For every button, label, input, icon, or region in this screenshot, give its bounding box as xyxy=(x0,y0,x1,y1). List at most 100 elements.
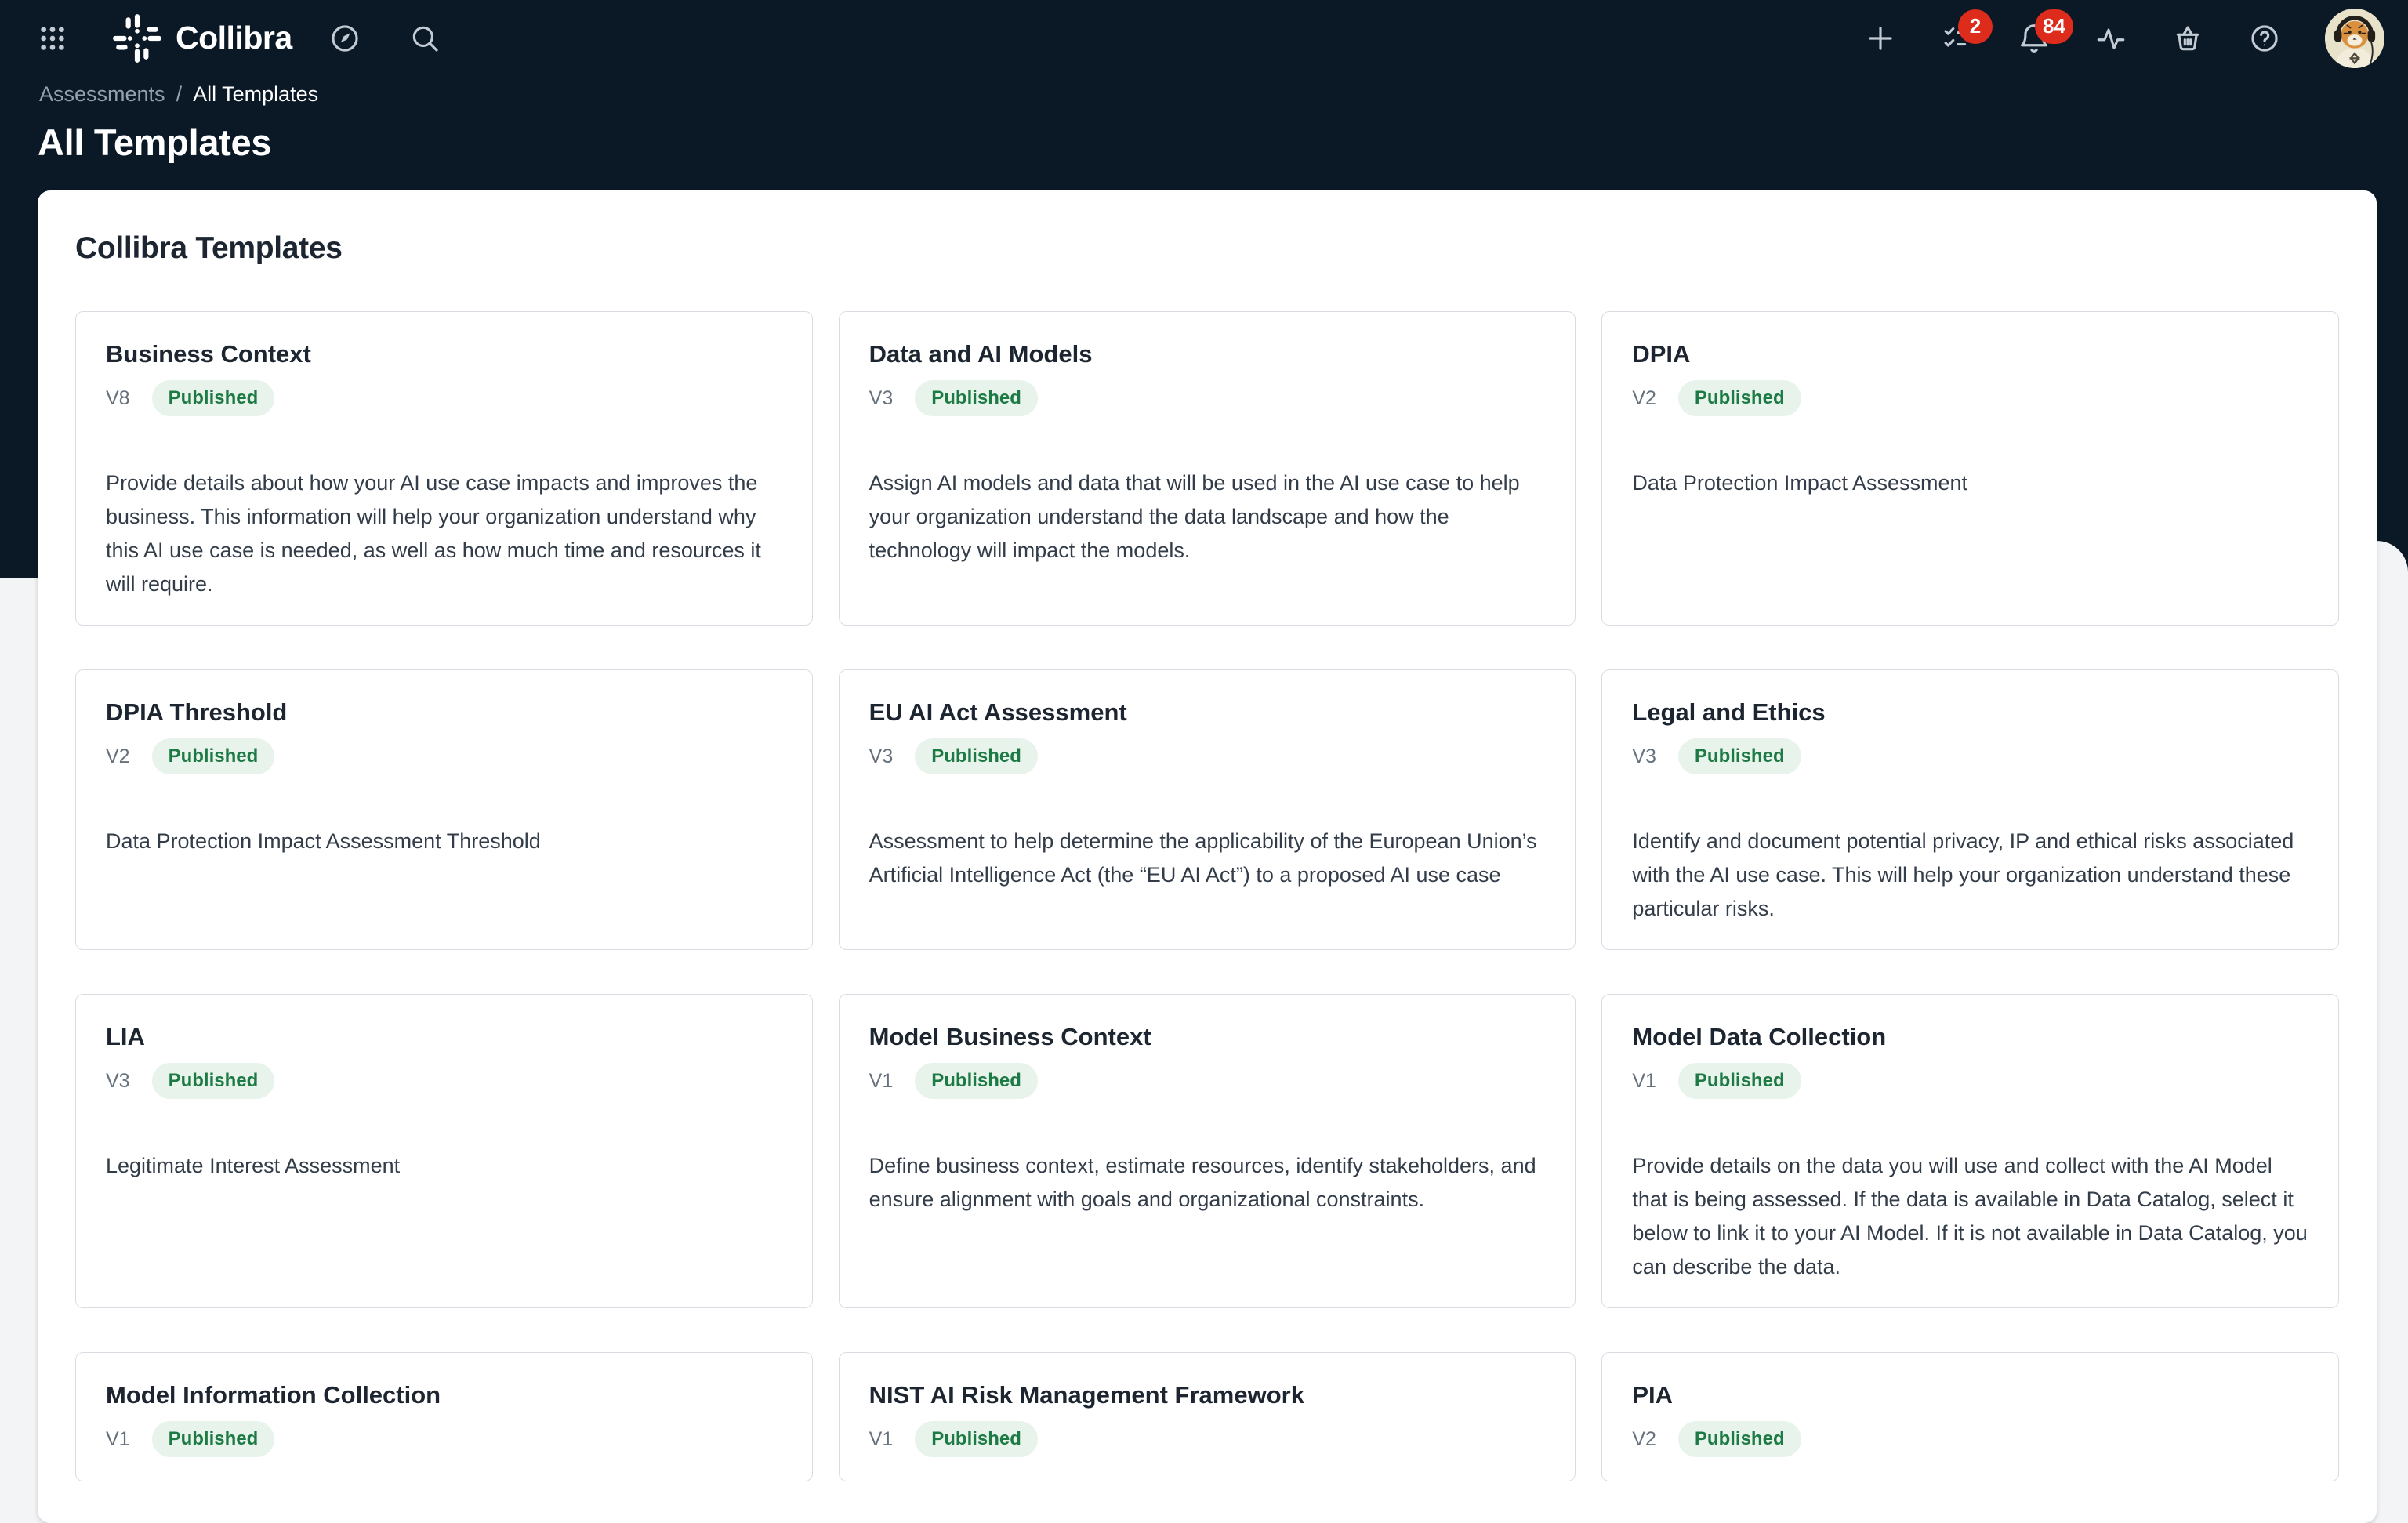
template-title: NIST AI Risk Management Framework xyxy=(869,1380,1546,1411)
template-meta: V1 Published xyxy=(1632,1063,2308,1099)
template-version: V1 xyxy=(1632,1070,1656,1093)
template-card[interactable]: Model Business Context V1 Published Defi… xyxy=(839,994,1576,1308)
status-badge: Published xyxy=(915,1421,1038,1457)
status-badge: Published xyxy=(1678,1421,1801,1457)
template-version: V2 xyxy=(1632,387,1656,410)
template-title: Data and AI Models xyxy=(869,339,1546,370)
pulse-icon xyxy=(2094,22,2127,55)
explore-button[interactable] xyxy=(328,22,361,55)
plus-icon xyxy=(1864,22,1897,55)
template-meta: V2 Published xyxy=(106,738,782,774)
basket-icon xyxy=(2171,22,2204,55)
brand-wordmark: Collibra xyxy=(176,20,292,56)
status-badge: Published xyxy=(915,738,1038,774)
tasks-button[interactable]: 2 xyxy=(1941,22,1974,55)
template-version: V3 xyxy=(869,387,894,410)
template-meta: V1 Published xyxy=(869,1063,1546,1099)
template-title: Business Context xyxy=(106,339,782,370)
template-title: PIA xyxy=(1632,1380,2308,1411)
top-navigation-bar: Collibra 2 xyxy=(0,0,2408,76)
breadcrumb: Assessments / All Templates xyxy=(0,82,2408,107)
app-grid-icon xyxy=(36,22,69,55)
help-button[interactable] xyxy=(2248,22,2281,55)
app-grid-button[interactable] xyxy=(36,22,69,55)
template-meta: V1 Published xyxy=(106,1421,782,1457)
template-description: Provide details about how your AI use ca… xyxy=(106,466,782,601)
template-title: Legal and Ethics xyxy=(1632,697,2308,728)
create-button[interactable] xyxy=(1864,22,1897,55)
status-badge: Published xyxy=(152,380,275,416)
status-badge: Published xyxy=(1678,738,1801,774)
template-description: Assessment to help determine the applica… xyxy=(869,825,1546,892)
status-badge: Published xyxy=(152,1063,275,1099)
breadcrumb-assessments-link[interactable]: Assessments xyxy=(39,82,165,107)
template-version: V1 xyxy=(106,1428,130,1451)
template-card[interactable]: Model Information Collection V1 Publishe… xyxy=(75,1352,813,1481)
template-meta: V3 Published xyxy=(869,380,1546,416)
status-badge: Published xyxy=(152,738,275,774)
template-description: Legitimate Interest Assessment xyxy=(106,1149,782,1183)
background-rounded-corner xyxy=(2377,541,2408,635)
marketplace-button[interactable] xyxy=(2171,22,2204,55)
template-title: Model Data Collection xyxy=(1632,1021,2308,1053)
search-icon xyxy=(408,22,441,55)
template-description: Define business context, estimate resour… xyxy=(869,1149,1546,1217)
tiger-avatar-icon xyxy=(2325,9,2384,68)
question-circle-icon xyxy=(2248,22,2281,55)
template-meta: V1 Published xyxy=(869,1421,1546,1457)
user-avatar[interactable] xyxy=(2325,9,2384,68)
template-card[interactable]: PIA V2 Published xyxy=(1601,1352,2339,1481)
search-button[interactable] xyxy=(408,22,441,55)
collibra-logo[interactable]: Collibra xyxy=(111,13,292,64)
template-version: V3 xyxy=(1632,745,1656,768)
template-description: Provide details on the data you will use… xyxy=(1632,1149,2308,1284)
template-meta: V2 Published xyxy=(1632,380,2308,416)
topbar-right-actions: 2 84 xyxy=(1864,9,2384,68)
status-badge: Published xyxy=(915,380,1038,416)
status-badge: Published xyxy=(1678,380,1801,416)
template-title: Model Information Collection xyxy=(106,1380,782,1411)
breadcrumb-current: All Templates xyxy=(193,82,318,107)
template-meta: V2 Published xyxy=(1632,1421,2308,1457)
template-version: V1 xyxy=(869,1070,894,1093)
status-badge: Published xyxy=(152,1421,275,1457)
notifications-count-badge: 84 xyxy=(2035,9,2073,44)
template-card[interactable]: LIA V3 Published Legitimate Interest Ass… xyxy=(75,994,813,1308)
template-title: DPIA xyxy=(1632,339,2308,370)
template-title: LIA xyxy=(106,1021,782,1053)
template-meta: V8 Published xyxy=(106,380,782,416)
collibra-logo-icon xyxy=(111,13,163,64)
template-description: Data Protection Impact Assessment Thresh… xyxy=(106,825,782,858)
template-card[interactable]: EU AI Act Assessment V3 Published Assess… xyxy=(839,669,1576,950)
template-meta: V3 Published xyxy=(106,1063,782,1099)
template-card[interactable]: DPIA V2 Published Data Protection Impact… xyxy=(1601,311,2339,626)
template-version: V2 xyxy=(106,745,130,768)
panel-heading: Collibra Templates xyxy=(75,231,2339,266)
templates-grid: Business Context V8 Published Provide de… xyxy=(75,311,2339,1481)
template-version: V2 xyxy=(1632,1428,1656,1451)
template-version: V3 xyxy=(106,1070,130,1093)
template-description: Identify and document potential privacy,… xyxy=(1632,825,2308,926)
templates-panel: Collibra Templates Business Context V8 P… xyxy=(38,190,2377,1523)
status-badge: Published xyxy=(915,1063,1038,1099)
template-card[interactable]: Business Context V8 Published Provide de… xyxy=(75,311,813,626)
compass-icon xyxy=(328,22,361,55)
template-card[interactable]: Data and AI Models V3 Published Assign A… xyxy=(839,311,1576,626)
template-description: Data Protection Impact Assessment xyxy=(1632,466,2308,500)
breadcrumb-separator: / xyxy=(176,82,183,107)
template-version: V3 xyxy=(869,745,894,768)
tasks-count-badge: 2 xyxy=(1958,9,1993,44)
template-card[interactable]: NIST AI Risk Management Framework V1 Pub… xyxy=(839,1352,1576,1481)
template-version: V1 xyxy=(869,1428,894,1451)
status-badge: Published xyxy=(1678,1063,1801,1099)
template-version: V8 xyxy=(106,387,130,410)
template-title: Model Business Context xyxy=(869,1021,1546,1053)
template-meta: V3 Published xyxy=(869,738,1546,774)
template-card[interactable]: Model Data Collection V1 Published Provi… xyxy=(1601,994,2339,1308)
notifications-button[interactable]: 84 xyxy=(2018,22,2051,55)
template-title: EU AI Act Assessment xyxy=(869,697,1546,728)
template-description: Assign AI models and data that will be u… xyxy=(869,466,1546,567)
activity-button[interactable] xyxy=(2094,22,2127,55)
template-card[interactable]: Legal and Ethics V3 Published Identify a… xyxy=(1601,669,2339,950)
template-card[interactable]: DPIA Threshold V2 Published Data Protect… xyxy=(75,669,813,950)
